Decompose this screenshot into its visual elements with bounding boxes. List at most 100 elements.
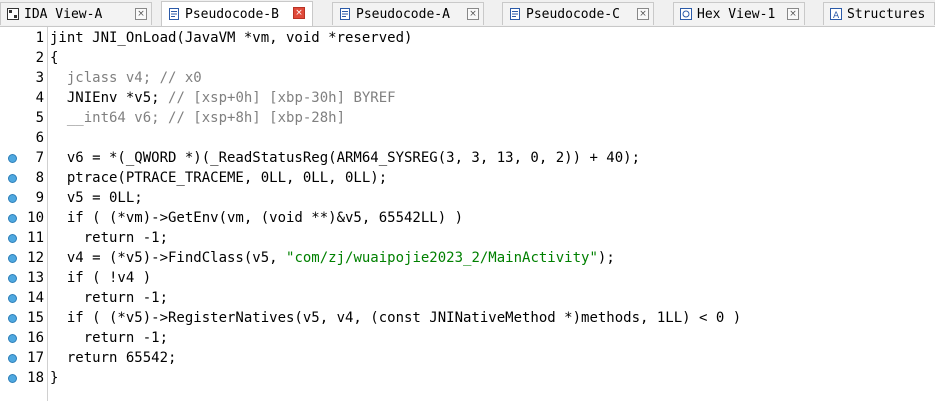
code-line[interactable]: 10 if ( (*vm)->GetEnv(vm, (void **)&v5, … — [0, 208, 935, 228]
hex-view-icon — [680, 8, 692, 20]
code-token: } — [50, 370, 59, 386]
line-number: 14 — [27, 290, 44, 306]
code-text: ptrace(PTRACE_TRACEME, 0LL, 0LL, 0LL); — [50, 168, 387, 188]
code-text: if ( !v4 ) — [50, 268, 151, 288]
svg-text:A: A — [833, 11, 840, 20]
code-line[interactable]: 15 if ( (*v5)->RegisterNatives(v5, v4, (… — [0, 308, 935, 328]
code-text: return 65542; — [50, 348, 177, 368]
code-token: return -1; — [50, 330, 169, 346]
tab-pseudocode-b[interactable]: Pseudocode-B × — [161, 1, 313, 26]
code-line[interactable]: 8 ptrace(PTRACE_TRACEME, 0LL, 0LL, 0LL); — [0, 168, 935, 188]
code-line[interactable]: 9 v5 = 0LL; — [0, 188, 935, 208]
code-text: return -1; — [50, 228, 168, 248]
code-token: ); — [597, 250, 615, 266]
line-number: 6 — [35, 130, 44, 146]
tab-hex-view-1[interactable]: Hex View-1 × — [673, 2, 805, 25]
code-line[interactable]: 14 return -1; — [0, 288, 935, 308]
code-token: ptrace(PTRACE_TRACEME, 0LL, 0LL, 0LL); — [50, 170, 388, 186]
breakpoint-dot-icon[interactable] — [8, 154, 17, 163]
code-line[interactable]: 6 — [0, 128, 935, 148]
close-icon[interactable]: × — [467, 8, 479, 20]
code-text: } — [50, 368, 58, 388]
code-line[interactable]: 12 v4 = (*v5)->FindClass(v5, "com/zj/wua… — [0, 248, 935, 268]
code-text: if ( (*v5)->RegisterNatives(v5, v4, (con… — [50, 308, 741, 328]
line-number: 15 — [27, 310, 44, 326]
tab-label: Pseudocode-C — [526, 6, 620, 22]
tab-label: IDA View-A — [24, 6, 103, 22]
tab-structures[interactable]: A Structures — [823, 2, 935, 25]
code-token: v5 = 0LL; — [50, 190, 143, 206]
code-text: v5 = 0LL; — [50, 188, 143, 208]
code-line[interactable]: 18} — [0, 368, 935, 388]
code-text: __int64 v6; // [xsp+8h] [xbp-28h] — [50, 108, 345, 128]
code-token: "com/zj/wuaipojie2023_2/MainActivity" — [286, 250, 598, 266]
line-number: 16 — [27, 330, 44, 346]
line-number: 13 — [27, 270, 44, 286]
code-token: jint JNI_OnLoad(JavaVM *vm, void *reserv… — [50, 30, 413, 46]
code-token: JNIEnv *v5; — [50, 90, 169, 106]
code-line[interactable]: 4 JNIEnv *v5; // [xsp+0h] [xbp-30h] BYRE… — [0, 88, 935, 108]
code-line[interactable]: 13 if ( !v4 ) — [0, 268, 935, 288]
line-number: 1 — [35, 30, 44, 46]
breakpoint-dot-icon[interactable] — [8, 174, 17, 183]
code-line[interactable]: 3 jclass v4; // x0 — [0, 68, 935, 88]
tab-pseudocode-c[interactable]: Pseudocode-C × — [502, 2, 654, 25]
pseudocode-editor[interactable]: 1 jint JNI_OnLoad(JavaVM *vm, void *reser… — [0, 27, 935, 401]
line-number: 10 — [27, 210, 44, 226]
code-text: return -1; — [50, 328, 168, 348]
graph-view-icon — [7, 8, 19, 20]
breakpoint-dot-icon[interactable] — [8, 234, 17, 243]
code-token: if ( (*v5)->RegisterNatives(v5, v4, (con… — [50, 310, 742, 326]
code-text: return -1; — [50, 288, 168, 308]
close-icon[interactable]: × — [293, 7, 305, 19]
breakpoint-dot-icon[interactable] — [8, 354, 17, 363]
tab-label: Pseudocode-B — [185, 6, 279, 22]
tab-label: Hex View-1 — [697, 6, 776, 22]
breakpoint-dot-icon[interactable] — [8, 294, 17, 303]
line-number: 17 — [27, 350, 44, 366]
code-line[interactable]: 7 v6 = *(_QWORD *)(_ReadStatusReg(ARM64_… — [0, 148, 935, 168]
breakpoint-dot-icon[interactable] — [8, 274, 17, 283]
code-text: jint JNI_OnLoad(JavaVM *vm, void *reserv… — [50, 28, 412, 48]
code-text: jclass v4; // x0 — [50, 68, 202, 88]
code-line[interactable]: 2{ — [0, 48, 935, 68]
code-token: if ( !v4 ) — [50, 270, 152, 286]
code-text: v6 = *(_QWORD *)(_ReadStatusReg(ARM64_SY… — [50, 148, 640, 168]
line-number: 5 — [35, 110, 44, 126]
line-number: 11 — [27, 230, 44, 246]
code-line[interactable]: 16 return -1; — [0, 328, 935, 348]
code-token: if ( (*vm)->GetEnv(vm, (void **)&v5, 655… — [50, 210, 464, 226]
code-token: { — [50, 50, 59, 66]
line-number: 7 — [35, 150, 44, 166]
close-icon[interactable]: × — [787, 8, 799, 20]
close-icon[interactable]: × — [637, 8, 649, 20]
line-number: 8 — [35, 170, 44, 186]
code-token: v4 = (*v5)->FindClass(v5, — [50, 250, 287, 266]
code-line[interactable]: 11 return -1; — [0, 228, 935, 248]
pseudocode-icon — [340, 8, 350, 20]
breakpoint-dot-icon[interactable] — [8, 254, 17, 263]
code-token: jclass v4; // x0 — [50, 70, 202, 86]
breakpoint-dot-icon[interactable] — [8, 314, 17, 323]
code-token: // [xsp+0h] [xbp-30h] BYREF — [168, 90, 396, 106]
code-line[interactable]: 5 __int64 v6; // [xsp+8h] [xbp-28h] — [0, 108, 935, 128]
code-line[interactable]: 17 return 65542; — [0, 348, 935, 368]
tab-ida-view-a[interactable]: IDA View-A × — [0, 2, 152, 25]
code-text: { — [50, 48, 58, 68]
breakpoint-dot-icon[interactable] — [8, 214, 17, 223]
line-number: 9 — [35, 190, 44, 206]
code-text: if ( (*vm)->GetEnv(vm, (void **)&v5, 655… — [50, 208, 463, 228]
code-token: v6 = *(_QWORD *)(_ReadStatusReg(ARM64_SY… — [50, 150, 641, 166]
pseudocode-icon — [510, 8, 520, 20]
line-number: 12 — [27, 250, 44, 266]
code-text: v4 = (*v5)->FindClass(v5, "com/zj/wuaipo… — [50, 248, 615, 268]
tab-label: Pseudocode-A — [356, 6, 450, 22]
code-line[interactable]: 1 jint JNI_OnLoad(JavaVM *vm, void *reser… — [0, 28, 935, 48]
breakpoint-dot-icon[interactable] — [8, 334, 17, 343]
code-token: __int64 v6; — [50, 110, 169, 126]
code-token: return 65542; — [50, 350, 177, 366]
breakpoint-dot-icon[interactable] — [8, 194, 17, 203]
breakpoint-dot-icon[interactable] — [8, 374, 17, 383]
tab-pseudocode-a[interactable]: Pseudocode-A × — [332, 2, 484, 25]
close-icon[interactable]: × — [135, 8, 147, 20]
